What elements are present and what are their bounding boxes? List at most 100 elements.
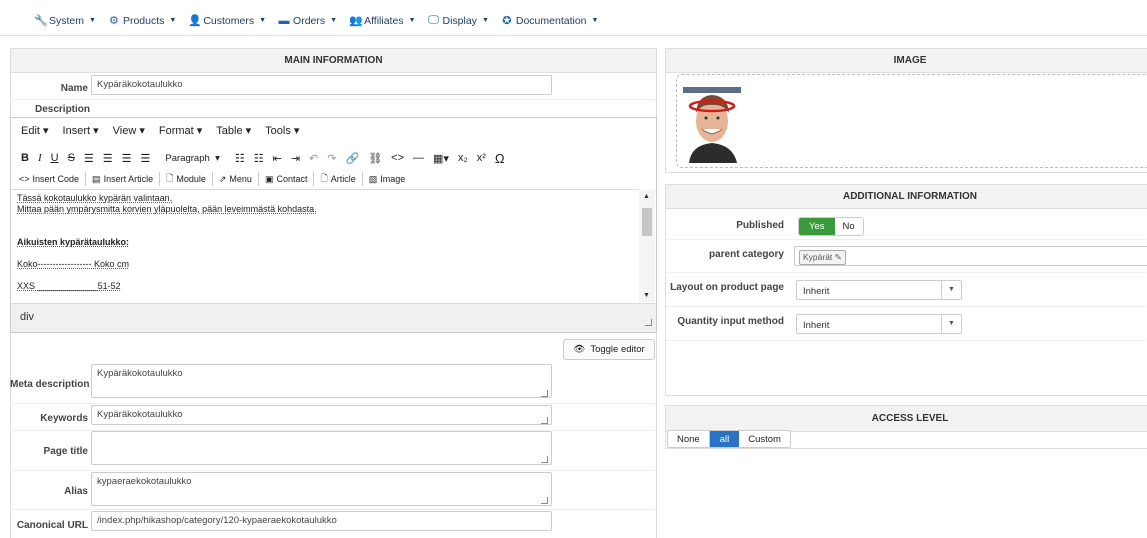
resize-handle[interactable] (541, 390, 548, 397)
access-custom-button[interactable]: Custom (739, 431, 790, 447)
access-none-button[interactable]: None (668, 431, 710, 447)
life-ring-icon: ✪ (502, 15, 512, 27)
paragraph-format-select[interactable]: Paragraph ▾ (165, 153, 219, 164)
link-icon[interactable]: 🔗 (345, 152, 359, 165)
align-justify-icon[interactable]: ☰ (141, 152, 151, 165)
align-center-icon[interactable]: ☰ (103, 152, 113, 165)
numbered-list-icon[interactable]: ☷ (254, 152, 264, 165)
editor-menu-format[interactable]: Format ▾ (159, 124, 202, 144)
nav-affiliates[interactable]: 👥 Affiliates ▼ (349, 14, 416, 28)
scrollbar-thumb[interactable] (642, 208, 652, 236)
access-level-options: None all Custom (667, 430, 791, 448)
image-drop-area[interactable] (676, 74, 1147, 168)
parent-category-field[interactable]: Kypärät ✎ (794, 246, 1147, 266)
content-line: Tässä kokotaulukko kypärän valintaan. (17, 193, 173, 203)
article-button[interactable]: 🗋 Article (320, 171, 355, 187)
users-icon: 👥 (349, 15, 363, 27)
code-icon[interactable]: <> (391, 152, 404, 164)
module-button[interactable]: 🗋 Module (166, 171, 206, 187)
resize-handle[interactable] (541, 456, 548, 463)
canonical-url-label: Canonical URL (16, 520, 88, 531)
nav-documentation[interactable]: ✪ Documentation ▼ (501, 14, 598, 28)
scroll-down-arrow[interactable]: ▼ (643, 292, 650, 299)
element-path[interactable]: div (20, 311, 34, 323)
editor-statusbar: div (11, 303, 656, 332)
product-image-thumbnail[interactable] (683, 87, 741, 163)
superscript-icon[interactable]: x² (477, 152, 486, 164)
caret-down-icon: ▼ (330, 17, 338, 24)
nav-display[interactable]: 🖵 Display ▼ (428, 14, 489, 27)
outdent-icon[interactable]: ⇤ (273, 152, 282, 165)
contact-button[interactable]: ▣ Contact (265, 174, 308, 185)
strikethrough-icon[interactable]: S (68, 152, 75, 164)
nav-products[interactable]: ⚙ Products ▼ (108, 14, 176, 28)
additional-information-header: ADDITIONAL INFORMATION (666, 185, 1147, 209)
italic-icon[interactable]: I (38, 152, 42, 164)
align-left-icon[interactable]: ☰ (84, 152, 94, 165)
bullet-list-icon[interactable]: ☷ (235, 152, 245, 165)
meta-description-input[interactable]: Kypäräkokotaulukko (91, 364, 552, 398)
image-panel-header: IMAGE (666, 49, 1147, 73)
published-row: Published Yes No (666, 209, 1146, 240)
insert-article-button[interactable]: ▤ Insert Article (92, 174, 153, 185)
parent-category-tag[interactable]: Kypärät ✎ (799, 250, 846, 265)
table-icon[interactable]: ▦▾ (433, 152, 449, 165)
scroll-up-arrow[interactable]: ▲ (643, 193, 650, 200)
resize-handle[interactable] (541, 417, 548, 424)
layout-label: Layout on product page (670, 282, 784, 293)
access-level-header: ACCESS LEVEL (666, 406, 1147, 432)
horizontal-rule-icon[interactable]: — (413, 152, 424, 164)
subscript-icon[interactable]: x₂ (458, 152, 468, 164)
name-input[interactable]: Kypäräkokotaulukko (91, 75, 552, 95)
undo-icon[interactable]: ↶ (309, 152, 318, 165)
editor-menu-insert[interactable]: Insert ▾ (63, 124, 99, 144)
alias-input[interactable]: kypaeraekokotaulukko (91, 472, 552, 506)
editor-content-area[interactable]: Tässä kokotaulukko kypärän valintaan. Mi… (11, 189, 639, 303)
resize-handle[interactable] (541, 497, 548, 504)
meta-description-row: Meta description Kypäräkokotaulukko (10, 362, 655, 404)
keywords-label: Keywords (40, 413, 88, 424)
content-line: Mittaa pään ympärysmitta korvien yläpuol… (17, 204, 317, 214)
nav-customers[interactable]: 👤 Customers ▼ (188, 14, 266, 28)
main-information-header: MAIN INFORMATION (11, 49, 656, 73)
page-title-input[interactable] (91, 431, 552, 465)
editor-menu-edit[interactable]: Edit ▾ (21, 124, 49, 144)
nav-system[interactable]: 🔧 System ▼ (34, 14, 96, 28)
canonical-url-input[interactable]: /index.php/hikashop/category/120-kypaera… (91, 511, 552, 531)
published-yes-button[interactable]: Yes (799, 218, 835, 235)
menu-button[interactable]: ⇗ Menu (219, 174, 252, 185)
nav-orders[interactable]: ▬ Orders ▼ (278, 14, 338, 27)
special-character-icon[interactable]: Ω (495, 151, 505, 166)
redo-icon[interactable]: ↷ (327, 152, 336, 165)
monitor-icon: 🖵 (428, 14, 439, 26)
align-right-icon[interactable]: ☰ (122, 152, 132, 165)
helmet-head-image (683, 87, 741, 163)
image-panel: IMAGE (665, 48, 1147, 173)
layout-row: Layout on product page Inherit ▼ (666, 273, 1146, 307)
resize-handle[interactable] (645, 319, 652, 326)
image-button[interactable]: ▧ Image (369, 174, 406, 185)
published-no-button[interactable]: No (834, 218, 863, 235)
bold-icon[interactable]: B (21, 152, 29, 164)
quantity-select[interactable]: Inherit ▼ (796, 314, 962, 334)
editor-menu-tools[interactable]: Tools ▾ (265, 124, 299, 144)
indent-icon[interactable]: ⇥ (291, 152, 300, 165)
parent-category-row: parent category Kypärät ✎ (666, 240, 1147, 273)
keywords-input[interactable]: Kypäräkokotaulukko (91, 405, 552, 425)
alias-row: Alias kypaeraekokotaulukko (10, 471, 655, 510)
editor-format-toolbar: B I U S ☰ ☰ ☰ ☰ Paragraph ▾ ☷ ☷ ⇤ ⇥ ↶ ↷ … (11, 148, 656, 168)
unlink-icon[interactable]: ⛓ (368, 152, 382, 165)
underline-icon[interactable]: U (51, 152, 59, 164)
caret-down-icon: ▼ (408, 17, 416, 24)
cubes-icon: ⚙ (109, 15, 119, 27)
editor-scrollbar[interactable]: ▲ ▼ (639, 190, 655, 302)
content-line: Koko------------------ Koko cm (17, 259, 129, 269)
insert-code-button[interactable]: <> Insert Code (19, 174, 79, 184)
wrench-icon: 🔧 (34, 15, 48, 27)
editor-menu-view[interactable]: View ▾ (113, 124, 145, 144)
toggle-editor-button[interactable]: 👁 Toggle editor (563, 339, 655, 360)
file-add-icon: 🗋 (320, 173, 328, 183)
editor-menu-table[interactable]: Table ▾ (216, 124, 251, 144)
layout-select[interactable]: Inherit ▼ (796, 280, 962, 300)
access-all-button[interactable]: all (709, 431, 740, 447)
